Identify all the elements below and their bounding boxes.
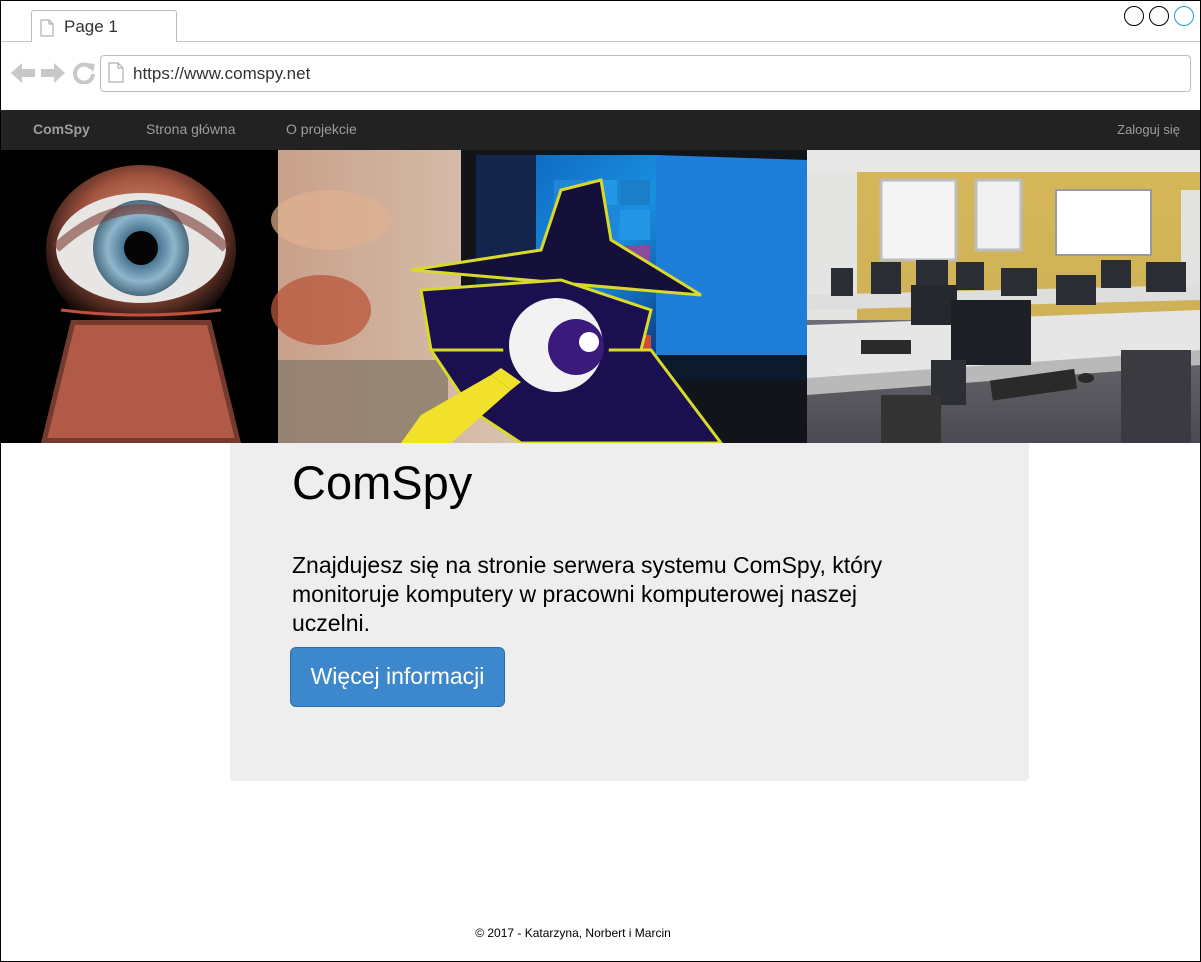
url-field[interactable]: https://www.comspy.net	[100, 55, 1191, 92]
nav-link-home[interactable]: Strona główna	[146, 121, 236, 137]
forward-arrow-icon[interactable]	[41, 62, 65, 84]
close-button[interactable]	[1174, 6, 1194, 26]
spy-cartoon-image	[271, 150, 807, 443]
footer-text: © 2017 - Katarzyna, Norbert i Marcin	[475, 926, 671, 940]
navbar-brand[interactable]: ComSpy	[33, 121, 90, 137]
jumbotron: ComSpy Znajdujesz się na stronie serwera…	[230, 443, 1029, 781]
more-info-button[interactable]: Więcej informacji	[290, 647, 505, 707]
document-icon	[40, 19, 54, 37]
eye-keyhole-image	[1, 150, 278, 443]
tab-title: Page 1	[64, 17, 118, 36]
login-link[interactable]: Zaloguj się	[1117, 122, 1180, 137]
nav-link-about[interactable]: O projekcie	[286, 121, 357, 137]
reload-icon[interactable]	[72, 62, 96, 84]
minimize-button[interactable]	[1124, 6, 1144, 26]
browser-tab[interactable]: Page 1	[31, 10, 177, 42]
hero-banner	[1, 150, 1200, 443]
site-navbar: ComSpy Strona główna O projekcie Zaloguj…	[1, 110, 1200, 150]
url-text: https://www.comspy.net	[133, 64, 311, 83]
address-bar-row: https://www.comspy.net	[1, 42, 1200, 110]
jumbotron-title: ComSpy	[292, 456, 473, 509]
computer-lab-image	[807, 150, 1200, 443]
back-arrow-icon[interactable]	[11, 62, 35, 84]
browser-window: Page 1 https://www.comspy.net ComSpy Str…	[0, 0, 1201, 962]
tab-bar: Page 1	[1, 1, 1200, 42]
jumbotron-text: Znajdujesz się na stronie serwera system…	[292, 552, 883, 636]
maximize-button[interactable]	[1149, 6, 1169, 26]
page-icon	[108, 62, 124, 83]
